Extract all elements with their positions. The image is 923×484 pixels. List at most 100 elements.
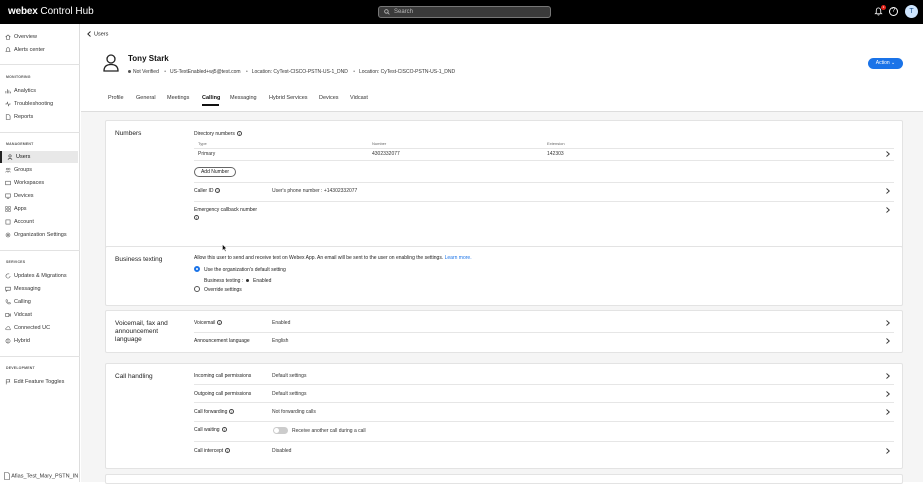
call-intercept-value: Disabled <box>272 448 292 454</box>
sidebar-item-alerts-center[interactable]: Alerts center <box>0 44 78 56</box>
document-icon <box>5 114 11 120</box>
sidebar-item-hybrid[interactable]: Hybrid <box>0 335 78 347</box>
voicemail-label: Voicemail i <box>194 320 223 326</box>
top-bar: webex Control Hub Search 1 ? T <box>0 0 923 24</box>
sidebar-item-label: Organization Settings <box>14 232 67 238</box>
tab-devices[interactable]: Devices <box>319 95 339 101</box>
sidebar-item-apps[interactable]: Apps <box>0 203 78 215</box>
voicemail-title: Voicemail, fax and announcement language <box>115 320 168 343</box>
divider <box>0 356 80 357</box>
chevron-right-icon <box>886 391 890 397</box>
chevron-left-icon <box>87 31 91 37</box>
file-icon <box>4 472 10 480</box>
status-dot <box>246 279 249 282</box>
info-icon[interactable]: i <box>215 188 221 194</box>
chevron-right-icon <box>886 188 890 194</box>
divider <box>194 160 894 161</box>
business-texting-card: Business texting Allow this user to send… <box>105 246 903 306</box>
chevron-right-icon <box>886 207 890 213</box>
add-number-button[interactable]: Add Number <box>194 167 236 177</box>
chevron-down-icon: ⌄ <box>891 60 896 66</box>
divider <box>194 402 894 403</box>
tab-messaging[interactable]: Messaging <box>230 95 257 101</box>
video-icon <box>5 313 11 317</box>
help-icon[interactable]: ? <box>889 7 898 16</box>
outgoing-permissions-value: Default settings <box>272 391 307 397</box>
numbers-title: Numbers <box>115 130 142 137</box>
tab-general[interactable]: General <box>136 95 156 101</box>
user-name: Tony Stark <box>128 54 169 63</box>
tab-calling[interactable]: Calling <box>202 95 220 101</box>
outgoing-permissions-label: Outgoing call permissions <box>194 391 252 397</box>
chevron-right-icon <box>886 151 890 157</box>
gear-icon <box>5 232 11 238</box>
row-number: 4302332077 <box>372 151 400 157</box>
sidebar-item-edit-feature-toggles[interactable]: Edit Feature Toggles <box>0 376 78 388</box>
sidebar-item-troubleshooting[interactable]: Troubleshooting <box>0 98 78 110</box>
tab-vidcast[interactable]: Vidcast <box>350 95 368 101</box>
chevron-right-icon <box>886 373 890 379</box>
next-card <box>105 474 903 484</box>
device-icon <box>5 193 11 199</box>
info-icon[interactable]: i <box>229 409 235 415</box>
sidebar-item-label: Vidcast <box>14 312 32 318</box>
call-waiting-toggle[interactable] <box>273 427 288 434</box>
back-to-users-link[interactable]: Users <box>87 31 108 37</box>
radio-default-setting[interactable] <box>194 266 200 272</box>
group-icon <box>5 167 11 173</box>
action-label: Action <box>875 60 890 66</box>
chevron-right-icon <box>886 448 890 454</box>
sidebar-item-label: Calling <box>14 299 31 305</box>
search-input[interactable]: Search <box>378 6 551 18</box>
status-dot <box>128 70 131 74</box>
divider <box>194 384 894 385</box>
user-avatar[interactable]: T <box>905 5 918 18</box>
sidebar-item-vidcast[interactable]: Vidcast <box>0 309 78 321</box>
tab-profile[interactable]: Profile <box>108 95 124 101</box>
sidebar-item-messaging[interactable]: Messaging <box>0 283 78 295</box>
info-icon[interactable]: i <box>221 427 227 433</box>
sidebar-item-devices[interactable]: Devices <box>0 190 78 202</box>
caller-id-text: Caller ID <box>194 188 214 194</box>
cloud-icon <box>5 326 11 331</box>
sidebar-item-workspaces[interactable]: Workspaces <box>0 177 78 189</box>
sidebar-item-analytics[interactable]: Analytics <box>0 85 78 97</box>
sidebar-item-account[interactable]: Account <box>0 216 78 228</box>
tab-meetings[interactable]: Meetings <box>167 95 189 101</box>
sidebar-item-label: Overview <box>14 34 37 40</box>
sidebar-item-label: Messaging <box>14 286 41 292</box>
user-email: US-TextEnabled+wj5@test.com <box>170 69 241 75</box>
phone-icon <box>5 299 11 305</box>
sidebar-item-organization-settings[interactable]: Organization Settings <box>0 229 78 241</box>
toggle-knob <box>274 428 279 433</box>
action-button[interactable]: Action ⌄ <box>868 58 903 69</box>
chevron-right-icon <box>886 409 890 415</box>
sidebar-item-overview[interactable]: Overview <box>0 31 78 43</box>
chart-icon <box>5 89 11 94</box>
tab-hybrid-services[interactable]: Hybrid Services <box>269 95 308 101</box>
learn-more-link[interactable]: Learn more. <box>445 255 472 261</box>
call-intercept-text: Call intercept <box>194 448 224 454</box>
info-icon[interactable]: i <box>236 131 242 137</box>
business-texting-title: Business texting <box>115 256 163 263</box>
notification-badge: 1 <box>881 5 886 10</box>
info-icon[interactable]: i <box>194 215 199 220</box>
download-file-item[interactable]: Afias_Test_Mary_PSTN_IN <box>4 472 78 480</box>
sidebar-item-calling[interactable]: Calling <box>0 296 78 308</box>
divider <box>194 441 894 442</box>
sidebar-item-groups[interactable]: Groups <box>0 164 78 176</box>
sidebar-item-users[interactable]: Users <box>0 151 78 163</box>
info-icon[interactable]: i <box>225 448 231 454</box>
hybrid-icon <box>5 338 11 344</box>
info-icon[interactable]: i <box>217 320 223 326</box>
sidebar-item-reports[interactable]: Reports <box>0 111 78 123</box>
sidebar-item-updates-migrations[interactable]: Updates & Migrations <box>0 270 78 282</box>
user-header: Users Tony Stark Not Verified • US-TextEn… <box>81 24 923 112</box>
sidebar-item-connected-uc[interactable]: Connected UC <box>0 322 78 334</box>
back-label: Users <box>94 31 109 38</box>
caller-id-label: Caller ID i <box>194 188 221 194</box>
webex-logo[interactable]: webex Control Hub <box>8 6 94 18</box>
radio-override-settings[interactable] <box>194 286 200 292</box>
workspace-icon <box>5 180 11 186</box>
user-location-1: Location: CyTest-CISCO-PSTN-US-1_DND <box>251 69 348 75</box>
